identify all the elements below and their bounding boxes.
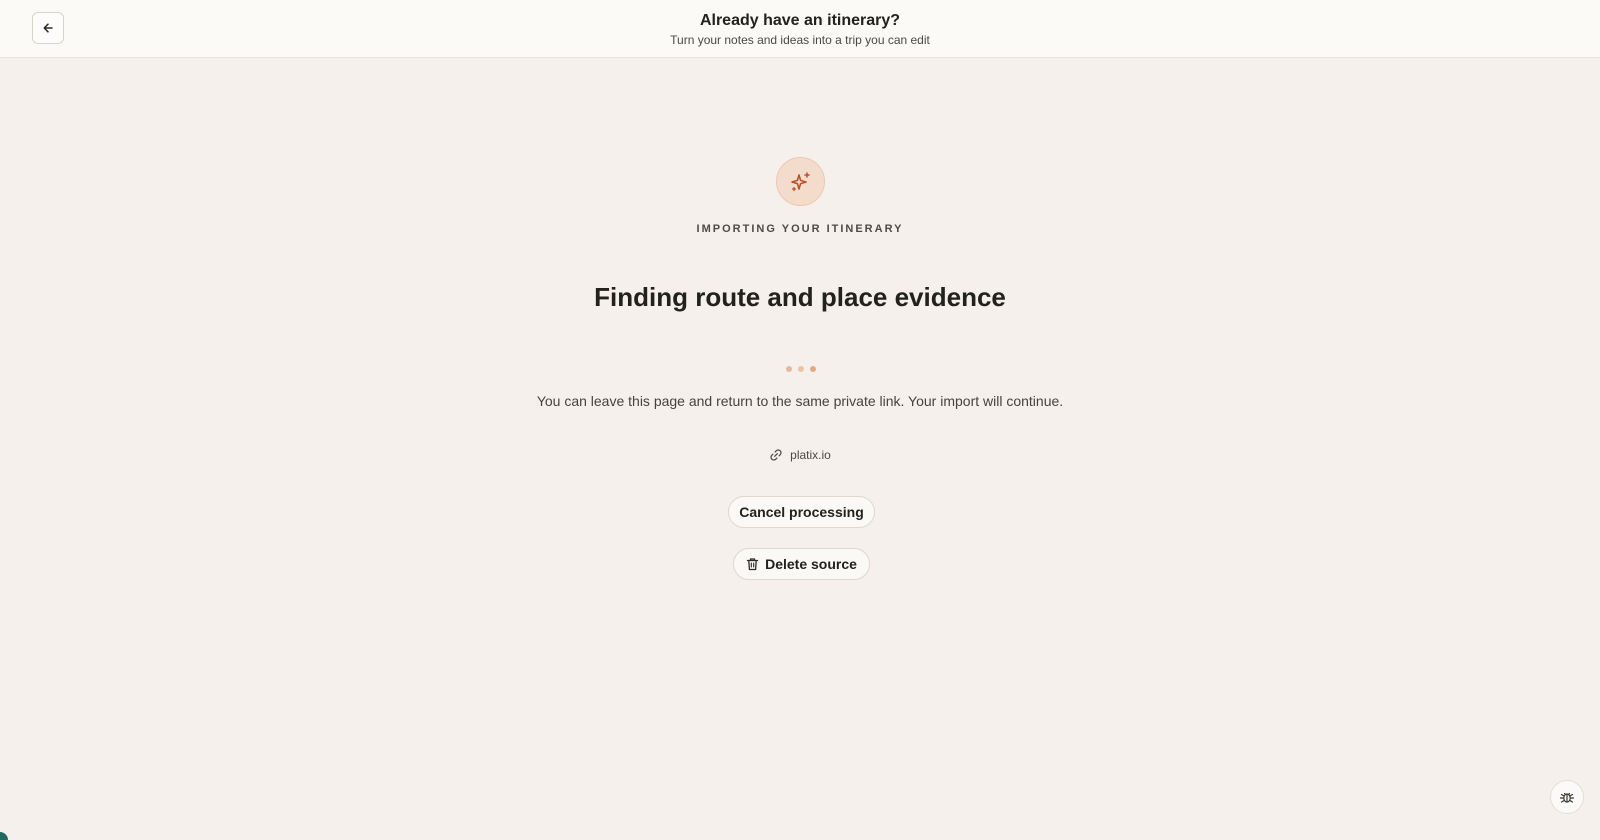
import-status-badge	[776, 157, 825, 206]
status-note: You can leave this page and return to th…	[536, 393, 1064, 409]
delete-source-label: Delete source	[765, 556, 857, 572]
link-icon	[770, 449, 782, 461]
page-subtitle: Turn your notes and ideas into a trip yo…	[670, 33, 930, 47]
delete-source-button[interactable]: Delete source	[733, 548, 870, 580]
loading-dot	[786, 366, 792, 372]
page-title: Already have an itinerary?	[699, 12, 901, 29]
trash-icon	[746, 558, 759, 571]
top-bar: Already have an itinerary? Turn your not…	[0, 0, 1600, 58]
status-headline: Finding route and place evidence	[594, 282, 1006, 312]
loading-dot	[798, 366, 804, 372]
source-label: platix.io	[790, 448, 831, 462]
loading-indicator	[786, 366, 816, 374]
source-link: platix.io	[0, 448, 1600, 462]
debug-button[interactable]	[1550, 780, 1584, 814]
header-titles: Already have an itinerary? Turn your not…	[0, 11, 1600, 49]
sparkles-icon	[790, 171, 810, 191]
status-eyebrow: IMPORTING YOUR ITINERARY	[696, 223, 904, 235]
corner-accent	[0, 832, 8, 840]
bug-icon	[1559, 792, 1575, 803]
loading-dot	[810, 366, 816, 372]
cancel-processing-button[interactable]: Cancel processing	[728, 496, 875, 528]
